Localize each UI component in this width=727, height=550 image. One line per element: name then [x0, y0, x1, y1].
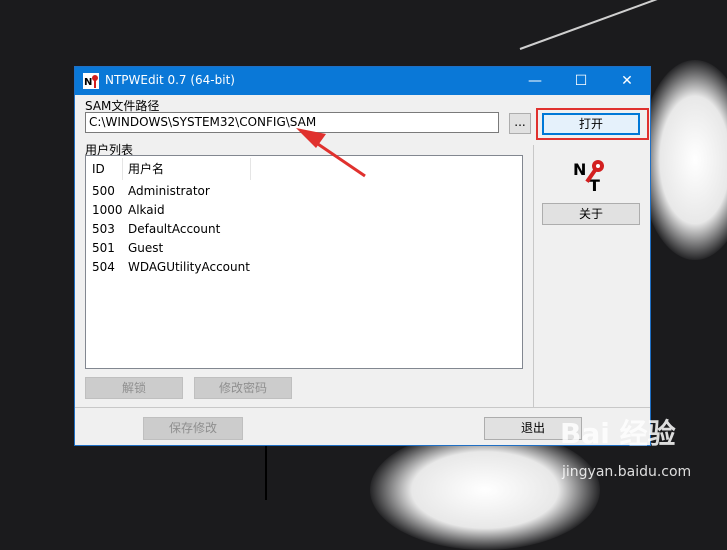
watermark-url: jingyan.baidu.com	[562, 464, 692, 480]
watermark-logo: Bai 经验	[560, 417, 676, 450]
watermark: Bai 经验 jingyan.baidu.com	[560, 412, 720, 492]
